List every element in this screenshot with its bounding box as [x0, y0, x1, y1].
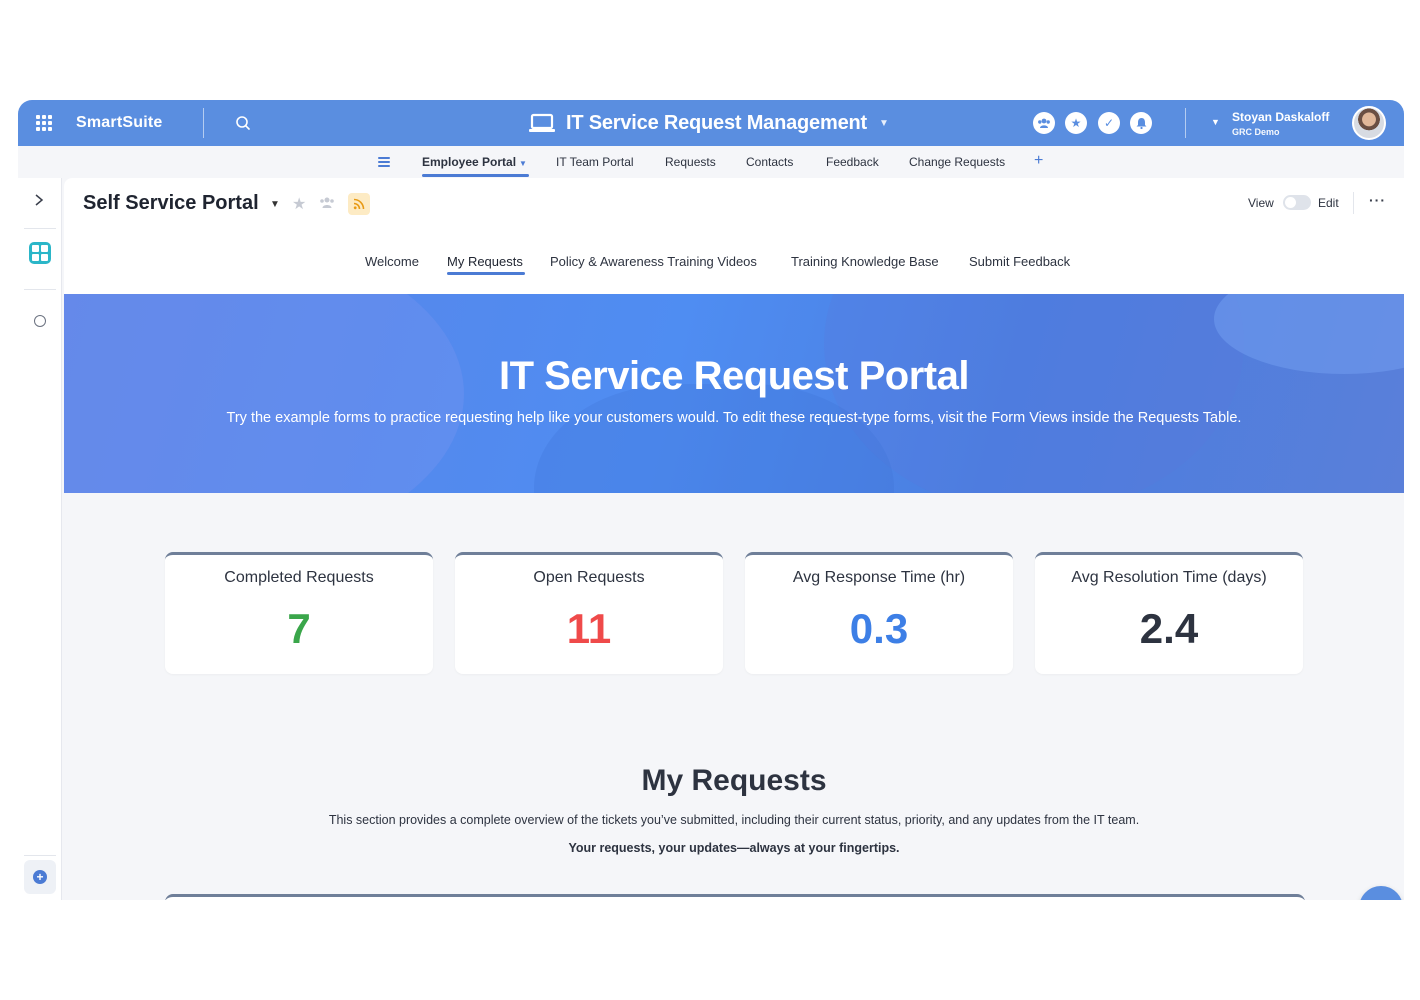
stat-card-open: Open Requests 11 — [455, 552, 723, 674]
chevron-down-icon[interactable]: ▼ — [270, 199, 280, 210]
page-title: Self Service Portal — [83, 192, 259, 214]
divider — [1353, 192, 1354, 214]
user-name[interactable]: Stoyan Daskaloff — [1232, 110, 1329, 124]
search-icon[interactable] — [235, 115, 251, 131]
active-tab-indicator — [447, 272, 525, 275]
main-content: Self Service Portal ▼ ★ View Edit ··· We… — [64, 178, 1404, 900]
chevron-down-icon: ▼ — [519, 159, 527, 168]
dashboard-icon[interactable] — [29, 242, 51, 264]
chevron-right-icon[interactable] — [34, 194, 44, 206]
section-tagline: Your requests, your updates—always at yo… — [568, 841, 900, 855]
banner-subtitle: Try the example forms to practice reques… — [226, 410, 1242, 426]
user-circle-icon[interactable] — [34, 315, 46, 327]
tab-requests[interactable]: Requests — [665, 155, 716, 169]
laptop-icon — [529, 113, 555, 132]
menu-icon[interactable] — [378, 157, 390, 167]
brand-logo[interactable]: SmartSuite — [76, 114, 162, 132]
divider — [24, 228, 56, 229]
section-description: This section provides a complete overvie… — [328, 813, 1140, 827]
divider — [24, 855, 56, 856]
apps-grid-icon[interactable] — [36, 115, 52, 131]
chevron-down-icon[interactable]: ▼ — [1211, 117, 1220, 127]
bell-icon[interactable] — [1130, 112, 1152, 134]
banner-title: IT Service Request Portal — [499, 354, 969, 398]
stat-card-resolution-time: Avg Resolution Time (days) 2.4 — [1035, 552, 1303, 674]
portal-tab-policy-videos[interactable]: Policy & Awareness Training Videos — [550, 254, 757, 269]
stat-value: 2.4 — [1139, 605, 1199, 652]
stat-value: 7 — [287, 605, 311, 652]
section-title: My Requests — [641, 764, 827, 797]
requests-table — [165, 894, 1305, 900]
team-icon[interactable] — [1033, 112, 1055, 134]
tab-it-team-portal[interactable]: IT Team Portal — [556, 155, 634, 169]
app-title-selector[interactable]: IT Service Request Management ▼ — [528, 110, 889, 136]
stat-label: Avg Resolution Time (days) — [1071, 569, 1267, 586]
divider — [1185, 108, 1186, 138]
active-tab-indicator — [422, 174, 529, 177]
add-button[interactable]: + — [24, 860, 56, 894]
stat-card-completed: Completed Requests 7 — [165, 552, 433, 674]
add-icon: + — [33, 870, 47, 884]
portal-tab-welcome[interactable]: Welcome — [365, 254, 419, 269]
tab-feedback[interactable]: Feedback — [826, 155, 879, 169]
stat-card-response-time: Avg Response Time (hr) 0.3 — [745, 552, 1013, 674]
stat-label: Open Requests — [533, 569, 645, 586]
edit-label: Edit — [1318, 196, 1339, 210]
top-bar: SmartSuite IT Service Request Management… — [18, 100, 1404, 146]
stat-label: Avg Response Time (hr) — [792, 569, 966, 586]
portal-tab-knowledge-base[interactable]: Training Knowledge Base — [791, 254, 939, 269]
divider — [203, 108, 204, 138]
members-icon[interactable] — [319, 196, 335, 212]
stat-value: 0.3 — [849, 605, 909, 652]
chevron-down-icon: ▼ — [878, 117, 889, 129]
left-rail: + — [18, 178, 62, 900]
portal-tab-submit-feedback[interactable]: Submit Feedback — [969, 254, 1070, 269]
divider — [24, 289, 56, 290]
solution-nav: Employee Portal ▼ IT Team Portal Requests… — [18, 146, 1404, 178]
rss-icon[interactable] — [348, 193, 370, 215]
hero-banner: IT Service Request Portal Try the exampl… — [64, 294, 1404, 493]
view-label: View — [1248, 196, 1274, 210]
stat-label: Completed Requests — [224, 569, 374, 586]
stat-value: 11 — [566, 605, 612, 652]
star-icon[interactable]: ★ — [1065, 112, 1087, 134]
tab-contacts[interactable]: Contacts — [746, 155, 793, 169]
check-icon[interactable]: ✓ — [1098, 112, 1120, 134]
app-title: IT Service Request Management — [566, 111, 867, 134]
user-org: GRC Demo — [1232, 127, 1280, 137]
add-tab-icon[interactable]: + — [1034, 152, 1043, 170]
portal-tab-my-requests[interactable]: My Requests — [447, 254, 523, 269]
tab-employee-portal[interactable]: Employee Portal ▼ — [422, 155, 527, 169]
favorite-star-icon[interactable]: ★ — [292, 194, 306, 214]
view-edit-toggle[interactable] — [1283, 195, 1311, 210]
app-window: SmartSuite IT Service Request Management… — [18, 100, 1404, 900]
page-header: Self Service Portal ▼ ★ View Edit ··· We… — [64, 178, 1404, 294]
avatar[interactable] — [1352, 106, 1386, 140]
tab-change-requests[interactable]: Change Requests — [909, 155, 1005, 169]
more-icon[interactable]: ··· — [1369, 192, 1386, 208]
